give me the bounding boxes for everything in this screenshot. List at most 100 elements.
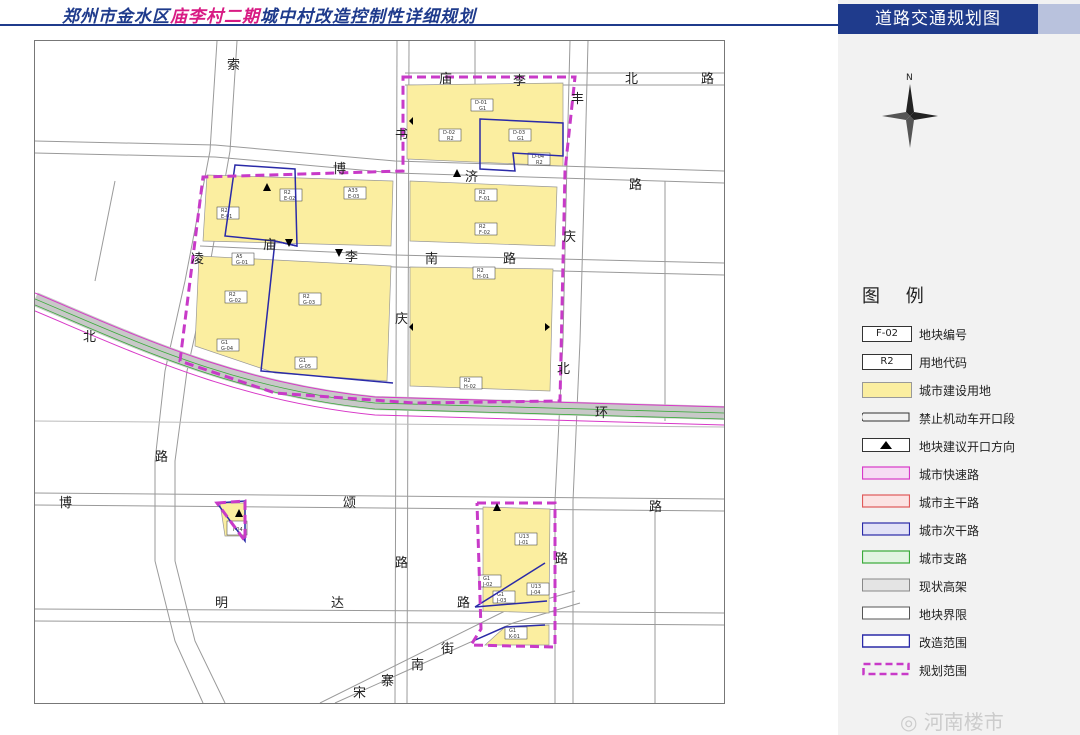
svg-text:J-03: J-03 (496, 598, 506, 604)
north-compass-icon: N (880, 70, 940, 150)
svg-text:庙: 庙 (263, 238, 276, 253)
plot-boundary-symbol (862, 606, 910, 620)
road-map[interactable]: D-01G1 D-02R2 D-03G1 D-04R2 R2E-02 A33E-… (35, 41, 724, 703)
legend-label: 城市建设用地 (919, 384, 992, 398)
svg-text:路: 路 (457, 595, 470, 611)
legend-heading: 图 例 (862, 286, 934, 307)
legend-item-plot-boundary: 地块界限 (862, 604, 1072, 624)
plot-label: R2G-03 (298, 292, 322, 306)
svg-text:凌: 凌 (191, 252, 204, 267)
legend-label: 城市支路 (919, 552, 968, 566)
svg-text:南: 南 (411, 657, 424, 673)
legend-item-branch: 城市支路 (862, 548, 1072, 568)
land-code-sample: R2 (862, 354, 912, 370)
svg-text:北: 北 (625, 72, 638, 87)
plot-label: A5G-01 (231, 252, 255, 266)
svg-text:路: 路 (503, 251, 516, 267)
svg-text:F-02: F-02 (479, 230, 490, 236)
plot-label: U13J-04 (526, 582, 550, 596)
svg-text:寨: 寨 (381, 673, 394, 689)
legend-label: 城市次干路 (919, 524, 980, 538)
plot-label: D-03G1 (508, 128, 532, 142)
compass-north-label: N (906, 73, 913, 83)
plot-label: D-01G1 (470, 98, 494, 112)
svg-text:H-01: H-01 (477, 274, 489, 280)
svg-text:庆: 庆 (395, 312, 408, 327)
svg-text:路: 路 (649, 499, 662, 515)
svg-text:丰: 丰 (571, 92, 584, 107)
plot-label: A33E-03 (343, 186, 367, 200)
plot-label: R2H-02 (459, 376, 483, 390)
branch-road-symbol (862, 550, 910, 564)
svg-text:路: 路 (701, 71, 714, 87)
legend-label: 规划范围 (919, 664, 968, 678)
legend-item-elevated: 现状高架 (862, 576, 1072, 596)
legend-item-renovation-scope: 改造范围 (862, 632, 1072, 652)
svg-text:索: 索 (227, 58, 240, 73)
land-plots (194, 82, 564, 646)
svg-text:路: 路 (555, 551, 568, 567)
legend-label: 城市主干路 (919, 496, 980, 510)
svg-text:H-02: H-02 (464, 384, 476, 390)
watermark: ◎ 河南楼市 (900, 706, 1004, 735)
panel-title: 道路交通规划图 (838, 4, 1038, 34)
svg-text:G-03: G-03 (303, 300, 315, 306)
svg-text:书: 书 (395, 128, 408, 143)
svg-text:E-02: E-02 (284, 196, 295, 202)
svg-text:南: 南 (425, 251, 438, 267)
svg-text:G1: G1 (517, 136, 524, 142)
svg-text:G-01: G-01 (236, 260, 248, 266)
svg-text:E-03: E-03 (348, 194, 359, 200)
plot-label: G1J-02 (478, 574, 502, 588)
no-opening-symbol (862, 412, 910, 422)
svg-text:北: 北 (83, 330, 96, 345)
svg-text:R2: R2 (536, 160, 543, 166)
plot-label: R2G-02 (224, 290, 248, 304)
title-underline (0, 24, 838, 26)
legend-label: 城市快速路 (919, 468, 980, 482)
svg-text:北: 北 (557, 362, 570, 377)
opening-direction-symbol (862, 438, 910, 452)
svg-text:李: 李 (513, 74, 526, 89)
renovation-scope-symbol (862, 634, 910, 648)
legend-label: 用地代码 (919, 356, 968, 370)
svg-text:李: 李 (345, 250, 358, 265)
svg-text:博: 博 (333, 162, 346, 177)
legend-label: 地块界限 (919, 608, 968, 622)
svg-text:颂: 颂 (343, 496, 356, 511)
svg-text:街: 街 (441, 642, 454, 657)
legend-item-secondary: 城市次干路 (862, 520, 1072, 540)
legend-label: 禁止机动车开口段 (919, 412, 1016, 426)
legend-label: 地块编号 (919, 328, 968, 342)
svg-text:达: 达 (331, 596, 344, 611)
legend-label: 改造范围 (919, 636, 968, 650)
svg-text:环: 环 (595, 406, 608, 421)
plot-label: G1G-04 (216, 338, 240, 352)
plot-number-sample: F-02 (862, 326, 912, 342)
urban-land-swatch (862, 382, 912, 398)
svg-text:G-02: G-02 (229, 298, 241, 304)
expressway-symbol (862, 466, 910, 480)
svg-text:济: 济 (465, 170, 478, 185)
elevated-road-symbol (862, 578, 910, 592)
map-frame[interactable]: D-01 G1 D-02 R2 D-03 G1 D-04 R2 R2 E-02 A33 E-… (34, 40, 725, 704)
plot-label: G1G-05 (294, 356, 318, 370)
legend-label: 地块建议开口方向 (919, 440, 1016, 454)
arterial-symbol (862, 494, 910, 508)
plot-label: R2E-02 (279, 188, 303, 202)
svg-text:博: 博 (59, 496, 72, 511)
svg-text:G1: G1 (479, 106, 486, 112)
panel-title-tab (1038, 4, 1080, 34)
title-bar: 郑州市金水区庙李村二期城中村改造控制性详细规划 (0, 0, 838, 27)
plot-label: U13J-01 (514, 532, 538, 546)
plot-label: R2H-01 (472, 266, 496, 280)
legend-item-arterial: 城市主干路 (862, 492, 1072, 512)
svg-text:路: 路 (629, 177, 642, 193)
legend-item-no-vehicle-opening: 禁止机动车开口段 (862, 408, 1072, 428)
plot-label: D-02R2 (438, 128, 462, 142)
svg-text:路: 路 (395, 555, 408, 571)
svg-text:J-04: J-04 (530, 590, 540, 596)
svg-text:K-01: K-01 (509, 634, 520, 640)
svg-text:J-02: J-02 (482, 582, 492, 588)
secondary-road-symbol (862, 522, 910, 536)
